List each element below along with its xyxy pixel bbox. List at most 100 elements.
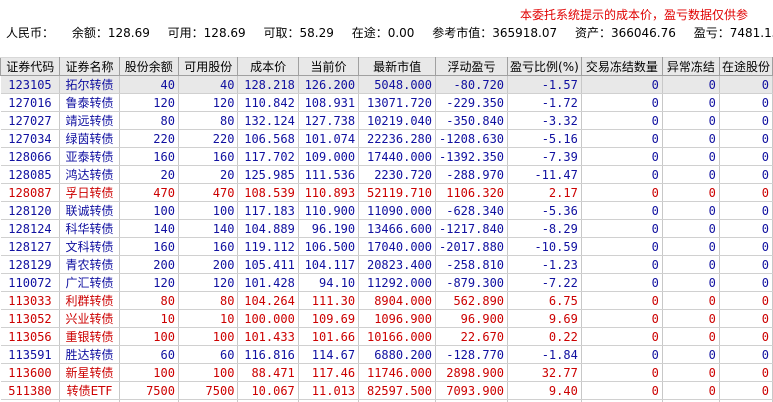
cell-pct: -1.84 (507, 345, 582, 364)
column-header[interactable]: 证券名称 (59, 57, 120, 76)
cell-transit: 0 (719, 327, 773, 346)
cell-abn: 0 (662, 75, 720, 94)
column-header[interactable]: 交易冻结数量 (580, 57, 663, 76)
cell-pl: 562.890 (435, 291, 509, 310)
cell-abn: 0 (662, 183, 720, 202)
cell-avail: 80 (178, 291, 239, 310)
cell-code: 128129 (0, 255, 61, 274)
table-row[interactable]: 127034 绿茵转债 220 220 106.568 101.074 22236.280-… (0, 129, 773, 148)
column-header[interactable]: 股份余额 (118, 57, 179, 76)
cell-value: 8904.000 (358, 291, 436, 310)
column-header[interactable]: 成本价 (237, 57, 299, 76)
notice-text: 本委托系统提示的成本价，盈亏数据仅供参 (520, 8, 749, 22)
positions-table[interactable]: 证券代码 证券名称 股份余额 可用股份 成本价 当前价 最新市值 浮动盈亏 盈亏比例(%) 交易冻… (0, 57, 773, 402)
table-row[interactable]: 128087 孚日转债 470 470 108.539 110.893 52119.710 1… (0, 183, 773, 202)
cell-frz: 0 (581, 165, 663, 184)
cell-frz: 0 (581, 255, 663, 274)
cell-qty: 140 (119, 219, 179, 238)
cell-value: 1096.900 (358, 309, 436, 328)
cell-value: 11292.000 (358, 273, 436, 292)
column-header[interactable]: 异常冻结 (661, 57, 720, 76)
column-header[interactable]: 证券代码 (0, 57, 61, 76)
table-row[interactable]: 113052 兴业转债 10 10 100.000 109.69 1096.900 96.90… (0, 309, 773, 328)
column-header[interactable]: 最新市值 (358, 57, 436, 76)
account-summary: 人民币： 余额：128.69 可用：128.69 可取：58.29 在途：0.0… (6, 24, 773, 41)
withdrawable-value: 可取：58.29 (263, 26, 334, 40)
cell-qty: 100 (119, 327, 179, 346)
cell-value: 10219.040 (358, 111, 436, 130)
cell-avail: 7500 (178, 381, 239, 400)
cell-frz: 0 (581, 237, 663, 256)
cell-cost: 101.433 (237, 327, 299, 346)
cell-value: 13466.600 (358, 219, 436, 238)
cell-pl: -350.840 (435, 111, 509, 130)
cell-abn: 0 (662, 273, 720, 292)
table-row[interactable]: 113033 利群转债 80 80 104.264 111.30 8904.000 562.8… (0, 291, 773, 310)
table-row[interactable]: 128127 文科转债 160 160 119.112 106.500 17040.000-… (0, 237, 773, 256)
cell-qty: 80 (119, 291, 179, 310)
cell-avail: 60 (178, 345, 239, 364)
cell-cost: 104.889 (237, 219, 299, 238)
cell-price: 94.10 (298, 273, 360, 292)
cell-pl: 2898.900 (435, 363, 509, 382)
cell-cost: 125.985 (237, 165, 299, 184)
cell-pct: -10.59 (507, 237, 582, 256)
cell-code: 127016 (0, 93, 61, 112)
table-row[interactable]: 128124 科华转债 140 140 104.889 96.190 13466.600 -1… (0, 219, 773, 238)
cell-price: 101.66 (298, 327, 360, 346)
cell-price: 110.900 (298, 201, 360, 220)
cell-avail: 80 (178, 111, 239, 130)
cell-pl: 22.670 (435, 327, 509, 346)
cell-qty: 80 (119, 111, 179, 130)
cell-transit: 0 (719, 165, 773, 184)
cell-name: 转债ETF (59, 381, 120, 400)
cell-value: 13071.720 (358, 93, 436, 112)
column-header[interactable]: 当前价 (297, 57, 360, 76)
cell-transit: 0 (719, 201, 773, 220)
table-row[interactable]: 113056 重银转债 100 100 101.433 101.66 10166.000 22… (0, 327, 773, 346)
table-row[interactable]: 128085 鸿达转债 20 20 125.985 111.536 2230.720 -288… (0, 165, 773, 184)
cell-code: 113591 (0, 345, 61, 364)
cell-frz: 0 (581, 75, 663, 94)
cell-avail: 120 (178, 93, 239, 112)
cell-qty: 220 (119, 129, 179, 148)
table-row[interactable]: 511380 转债ETF 7500 7500 10.067 11.013 82597.500… (0, 381, 773, 400)
cell-avail: 100 (178, 201, 239, 220)
cell-avail: 120 (178, 273, 239, 292)
cell-cost: 100.000 (237, 309, 299, 328)
cell-price: 104.117 (298, 255, 360, 274)
available-value: 可用：128.69 (167, 26, 246, 40)
table-row[interactable]: 128129 青农转债 200 200 105.411 104.117 20823.400-… (0, 255, 773, 274)
cell-pl: -229.350 (435, 93, 509, 112)
cell-transit: 0 (719, 345, 773, 364)
table-row[interactable]: 113600 新星转债 100 100 88.471 117.46 11746.000 289… (0, 363, 773, 382)
table-row[interactable]: 127027 靖远转债 80 80 132.124 127.738 10219.040 -35… (0, 111, 773, 130)
cell-abn: 0 (662, 237, 720, 256)
cell-price: 106.500 (298, 237, 360, 256)
cell-avail: 140 (178, 219, 239, 238)
cell-frz: 0 (581, 201, 663, 220)
column-header[interactable]: 盈亏比例(%) (507, 57, 582, 76)
cell-code: 127034 (0, 129, 61, 148)
cell-pct: -1.57 (507, 75, 582, 94)
table-row[interactable]: 128066 亚泰转债 160 160 117.702 109.000 17440.000-… (0, 147, 773, 166)
table-row[interactable]: 128120 联诚转债 100 100 117.183 110.900 11090.000-… (0, 201, 773, 220)
column-header[interactable]: 在途股份 (718, 57, 773, 76)
cell-avail: 100 (178, 363, 239, 382)
cell-abn: 0 (662, 345, 720, 364)
table-row[interactable]: 110072 广汇转债 120 120 101.428 94.10 11292.000 -87… (0, 273, 773, 292)
cell-pl: 7093.900 (435, 381, 509, 400)
cell-price: 11.013 (298, 381, 360, 400)
cell-frz: 0 (581, 93, 663, 112)
cell-transit: 0 (719, 219, 773, 238)
column-header[interactable]: 可用股份 (177, 57, 239, 76)
profit-value: 盈亏：7481.15 (693, 26, 773, 40)
currency-label: 人民币： (6, 26, 55, 40)
cell-transit: 0 (719, 75, 773, 94)
table-row[interactable]: 127016 鲁泰转债 120 120 110.842 108.931 13071.720-… (0, 93, 773, 112)
table-row[interactable]: 113591 胜达转债 60 60 116.816 114.67 6880.200 -128.… (0, 345, 773, 364)
table-row[interactable]: 123105 拓尔转债 40 40 128.218 126.200 5048.000 -80.… (0, 75, 773, 94)
cell-transit: 0 (719, 273, 773, 292)
cell-price: 110.893 (298, 183, 360, 202)
column-header[interactable]: 浮动盈亏 (434, 57, 509, 76)
